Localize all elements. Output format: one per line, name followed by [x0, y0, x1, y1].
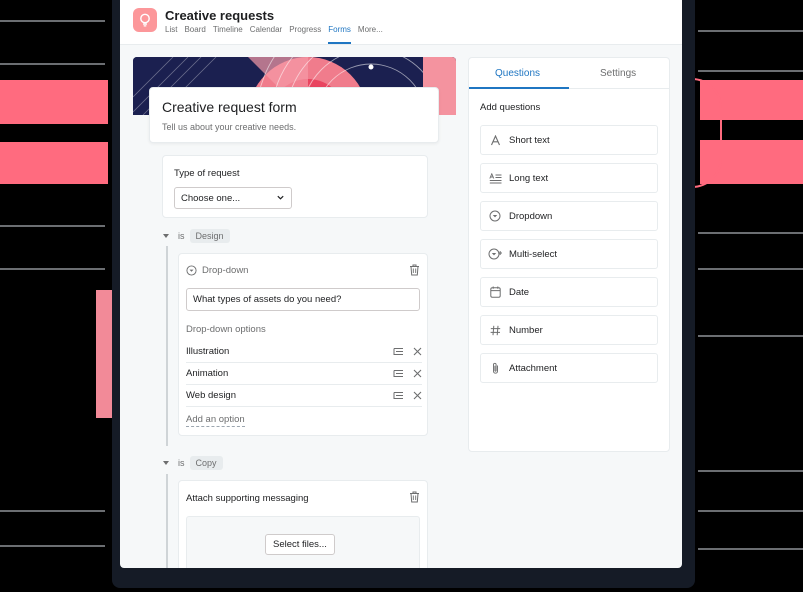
- chevron-down-icon: [276, 193, 285, 202]
- decor-line: [698, 70, 803, 72]
- question-title-input[interactable]: What types of assets do you need?: [186, 288, 420, 311]
- close-icon[interactable]: [413, 369, 422, 378]
- active-tab-indicator: [469, 87, 569, 89]
- add-date-button[interactable]: Date: [480, 277, 658, 307]
- project-title: Creative requests: [165, 8, 275, 23]
- form-builder-panel: Questions Settings Add questions Short t…: [468, 57, 670, 452]
- app-header: Creative requests List Board Timeline Ca…: [120, 0, 682, 45]
- branch-icon[interactable]: [393, 369, 404, 379]
- add-option-link[interactable]: Add an option: [186, 414, 245, 427]
- tab-board[interactable]: Board: [184, 25, 205, 44]
- branch-icon[interactable]: [393, 391, 404, 401]
- question-type-label: Dropdown: [509, 210, 553, 222]
- decor-line: [698, 30, 803, 32]
- tab-progress[interactable]: Progress: [289, 25, 321, 44]
- tab-more[interactable]: More...: [358, 25, 383, 44]
- add-attachment-button[interactable]: Attachment: [480, 353, 658, 383]
- condition-operator: is: [178, 458, 185, 468]
- question-type-label: Attachment: [509, 362, 558, 374]
- collapse-triangle-icon[interactable]: [163, 461, 169, 465]
- decor-band: [0, 80, 108, 124]
- trash-icon[interactable]: [409, 264, 420, 276]
- decor-line: [698, 335, 803, 337]
- decor-line: [0, 63, 105, 65]
- decor-line: [698, 232, 803, 234]
- add-short-text-button[interactable]: Short text: [480, 125, 658, 155]
- question-card-attachment[interactable]: Attach supporting messaging Select files…: [178, 480, 428, 568]
- branch-condition-copy[interactable]: is Copy: [163, 456, 223, 470]
- branch-condition-design[interactable]: is Design: [163, 229, 230, 243]
- app-window: Creative requests List Board Timeline Ca…: [120, 0, 682, 568]
- panel-heading: Add questions: [480, 102, 541, 113]
- question-type-label: Number: [509, 324, 543, 336]
- add-number-button[interactable]: Number: [480, 315, 658, 345]
- decor-line: [698, 510, 803, 512]
- collapse-triangle-icon[interactable]: [163, 234, 169, 238]
- decor-line: [698, 470, 803, 472]
- lightbulb-icon: [140, 13, 150, 27]
- question-type-label: Multi-select: [509, 248, 558, 260]
- tab-questions[interactable]: Questions: [495, 68, 540, 79]
- option-text[interactable]: Web design: [186, 390, 236, 401]
- close-icon[interactable]: [413, 347, 422, 356]
- decor-line: [698, 268, 803, 270]
- add-dropdown-button[interactable]: Dropdown: [480, 201, 658, 231]
- question-label[interactable]: Attach supporting messaging: [186, 493, 309, 504]
- request-type-select[interactable]: Choose one...: [174, 187, 292, 209]
- form-description[interactable]: Tell us about your creative needs.: [162, 122, 296, 132]
- select-files-button[interactable]: Select files...: [265, 534, 335, 555]
- dropdown-circle-icon: [186, 265, 197, 276]
- question-label: Type of request: [174, 168, 240, 179]
- condition-value-tag[interactable]: Design: [189, 229, 230, 243]
- question-type-label: Short text: [509, 134, 550, 146]
- decor-line: [0, 268, 105, 270]
- condition-operator: is: [178, 231, 185, 241]
- tab-list[interactable]: List: [165, 25, 177, 44]
- option-row[interactable]: Web design: [186, 385, 422, 407]
- tab-forms[interactable]: Forms: [328, 25, 351, 44]
- calendar-icon: [481, 286, 509, 298]
- options-label: Drop-down options: [186, 324, 266, 335]
- project-icon[interactable]: [133, 8, 157, 32]
- decor-line: [0, 225, 105, 227]
- question-type-row: Drop-down: [186, 265, 248, 276]
- stage: Creative requests List Board Timeline Ca…: [0, 0, 803, 592]
- form-title[interactable]: Creative request form: [162, 99, 297, 115]
- tab-settings[interactable]: Settings: [600, 68, 636, 79]
- tab-calendar[interactable]: Calendar: [250, 25, 282, 44]
- form-title-card: Creative request form Tell us about your…: [149, 87, 439, 143]
- branch-icon[interactable]: [393, 347, 404, 357]
- decor-line: [0, 545, 105, 547]
- decor-line: [0, 510, 105, 512]
- option-row[interactable]: Animation: [186, 363, 422, 385]
- decor-band: [0, 142, 108, 184]
- branch-line: [166, 474, 168, 568]
- question-type-label: Drop-down: [202, 265, 249, 276]
- option-text[interactable]: Animation: [186, 368, 228, 379]
- long-text-icon: [481, 172, 509, 184]
- question-card-type-of-request[interactable]: Type of request Choose one...: [162, 155, 428, 218]
- add-long-text-button[interactable]: Long text: [480, 163, 658, 193]
- tab-timeline[interactable]: Timeline: [213, 25, 243, 44]
- question-card-dropdown[interactable]: Drop-down What types of assets do you ne…: [178, 253, 428, 436]
- project-tabs: List Board Timeline Calendar Progress Fo…: [165, 25, 383, 44]
- question-type-label: Long text: [509, 172, 549, 184]
- question-type-label: Date: [509, 286, 530, 298]
- decor-line: [698, 548, 803, 550]
- select-value: Choose one...: [181, 193, 241, 204]
- multi-select-icon: [481, 248, 509, 260]
- option-text[interactable]: Illustration: [186, 346, 229, 357]
- panel-tabs: Questions Settings: [469, 58, 669, 89]
- option-row[interactable]: Illustration: [186, 341, 422, 363]
- add-multi-select-button[interactable]: Multi-select: [480, 239, 658, 269]
- branch-line: [166, 246, 168, 446]
- text-a-icon: [481, 134, 509, 146]
- trash-icon[interactable]: [409, 491, 420, 503]
- close-icon[interactable]: [413, 391, 422, 400]
- decor-line: [0, 20, 105, 22]
- dropdown-icon: [481, 210, 509, 222]
- paperclip-icon: [481, 362, 509, 375]
- condition-value-tag[interactable]: Copy: [189, 456, 223, 470]
- hash-icon: [481, 325, 509, 336]
